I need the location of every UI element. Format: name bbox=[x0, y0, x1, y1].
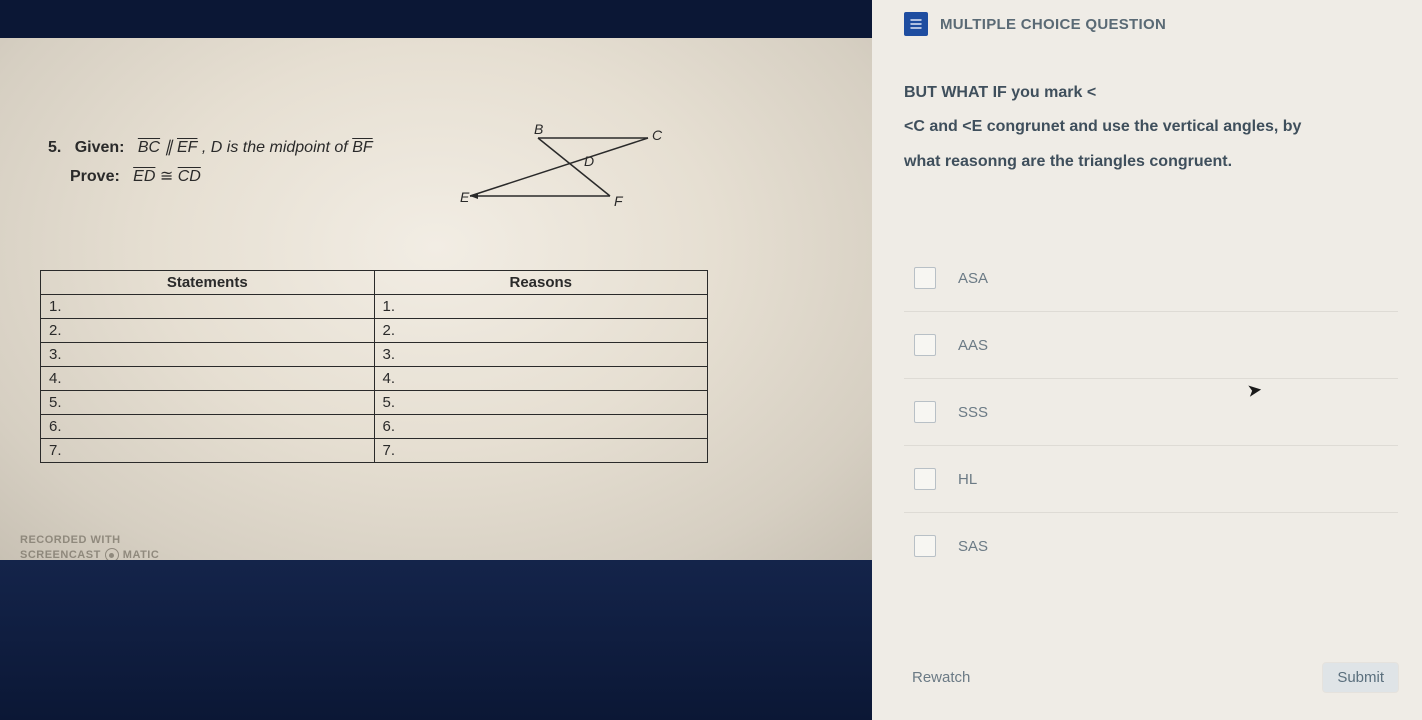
question-line-2: <C and <E congrunet and use the vertical… bbox=[904, 112, 1398, 142]
video-bottom-bar bbox=[0, 560, 872, 720]
question-type-title: MULTIPLE CHOICE QUESTION bbox=[940, 16, 1166, 33]
option-label: AAS bbox=[958, 337, 988, 354]
proof-table: Statements Reasons 1.1. 2.2. 3.3. 4.4. 5… bbox=[40, 270, 708, 463]
given-label: Given: bbox=[75, 139, 125, 156]
screencast-watermark: recorded with SCREENCAST MATIC bbox=[20, 534, 159, 562]
question-panel: MULTIPLE CHOICE QUESTION BUT WHAT IF you… bbox=[872, 0, 1422, 720]
segment-bf: BF bbox=[352, 139, 372, 156]
checkbox-icon bbox=[914, 334, 936, 356]
checkbox-icon bbox=[914, 468, 936, 490]
answer-option-hl[interactable]: HL bbox=[904, 445, 1398, 512]
parallel-symbol: ∥ bbox=[165, 139, 173, 156]
figure-label-f: F bbox=[614, 193, 624, 209]
figure-label-d: D bbox=[584, 153, 594, 169]
answer-option-aas[interactable]: AAS bbox=[904, 311, 1398, 378]
prove-label: Prove: bbox=[70, 168, 120, 185]
watermark-line1: recorded with bbox=[20, 534, 159, 546]
rewatch-button[interactable]: Rewatch bbox=[904, 663, 978, 692]
question-header: MULTIPLE CHOICE QUESTION bbox=[904, 0, 1398, 36]
video-slide-pane: 5. Given: BC ∥ EF , D is the midpoint of… bbox=[0, 0, 872, 720]
problem-statement: 5. Given: BC ∥ EF , D is the midpoint of… bbox=[48, 136, 373, 190]
given-rest: , D is the midpoint of bbox=[202, 139, 352, 156]
question-line-1: BUT WHAT IF you mark < bbox=[904, 78, 1398, 108]
figure-label-b: B bbox=[534, 124, 543, 137]
table-row: 6.6. bbox=[41, 415, 708, 439]
geometry-figure: B C D E F bbox=[460, 124, 680, 214]
option-label: SAS bbox=[958, 538, 988, 555]
option-label: SSS bbox=[958, 404, 988, 421]
congruent-symbol: ≅ bbox=[160, 168, 173, 185]
option-label: HL bbox=[958, 471, 977, 488]
table-row: 3.3. bbox=[41, 343, 708, 367]
table-row: 2.2. bbox=[41, 319, 708, 343]
col-reasons: Reasons bbox=[374, 271, 708, 295]
table-row: 7.7. bbox=[41, 439, 708, 463]
action-row: Rewatch Submit bbox=[904, 663, 1398, 692]
table-row: 1.1. bbox=[41, 295, 708, 319]
answer-option-sas[interactable]: SAS bbox=[904, 512, 1398, 579]
video-top-bar bbox=[0, 0, 872, 38]
problem-number: 5. bbox=[48, 139, 61, 156]
table-row: 4.4. bbox=[41, 367, 708, 391]
mouse-cursor-icon: ➤ bbox=[1246, 379, 1264, 402]
question-line-3: what reasonng are the triangles congruen… bbox=[904, 147, 1398, 177]
segment-cd: CD bbox=[178, 168, 201, 185]
segment-ef: EF bbox=[177, 139, 197, 156]
submit-button[interactable]: Submit bbox=[1323, 663, 1398, 692]
answer-options: ASA AAS SSS HL SAS bbox=[904, 245, 1398, 579]
answer-option-asa[interactable]: ASA bbox=[904, 245, 1398, 311]
figure-label-c: C bbox=[652, 127, 663, 143]
col-statements: Statements bbox=[41, 271, 375, 295]
checkbox-icon bbox=[914, 535, 936, 557]
checkbox-icon bbox=[914, 401, 936, 423]
segment-bc: BC bbox=[138, 139, 160, 156]
checkbox-icon bbox=[914, 267, 936, 289]
answer-option-sss[interactable]: SSS bbox=[904, 378, 1398, 445]
table-row: 5.5. bbox=[41, 391, 708, 415]
question-body: BUT WHAT IF you mark < <C and <E congrun… bbox=[904, 78, 1398, 177]
figure-label-e: E bbox=[460, 189, 470, 205]
worksheet-slide: 5. Given: BC ∥ EF , D is the midpoint of… bbox=[0, 38, 872, 560]
multiple-choice-icon bbox=[904, 12, 928, 36]
option-label: ASA bbox=[958, 270, 988, 287]
segment-ed: ED bbox=[133, 168, 155, 185]
